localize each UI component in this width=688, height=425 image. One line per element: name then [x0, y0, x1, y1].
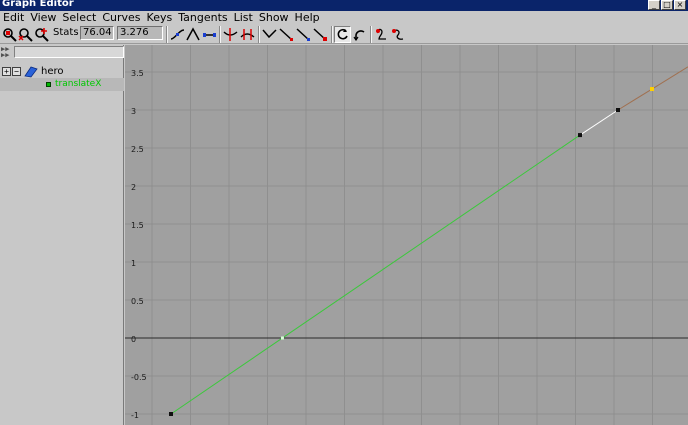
outliner-object-label: hero	[41, 66, 64, 77]
curve-zero-crossing-marker	[280, 336, 284, 340]
add-key-icon[interactable]	[33, 26, 50, 43]
unify-tangents-icon[interactable]	[239, 26, 256, 43]
outliner-item-hero[interactable]: + − hero	[0, 65, 124, 78]
move-nearest-key-icon[interactable]	[1, 26, 18, 43]
expand-plus-icon[interactable]: +	[2, 67, 11, 76]
menu-edit[interactable]: Edit	[0, 11, 27, 25]
outliner-panel: ▶▶ ▶▶ + − hero translateX	[0, 45, 124, 425]
expand-arrows-icon[interactable]: ▶▶	[1, 52, 9, 59]
y-tick-label: 3	[131, 107, 136, 116]
graph-background	[125, 45, 688, 425]
y-tick-label: 1	[131, 259, 136, 268]
y-tick-label: -0.5	[131, 373, 147, 382]
minimize-button[interactable]: _	[648, 0, 660, 10]
toolbar: Stats 76.04 3.276	[0, 25, 688, 44]
y-tick-label: -1	[131, 411, 139, 420]
stepped-tangent-icon[interactable]	[295, 26, 312, 43]
menu-list[interactable]: List	[231, 11, 256, 25]
lock-weight-icon[interactable]	[278, 26, 295, 43]
buffer-curve-snapshot-icon[interactable]	[334, 26, 351, 43]
outliner-filter-bar: ▶▶ ▶▶	[0, 45, 124, 59]
y-tick-label: 3.5	[131, 69, 144, 78]
linear-tangent-icon[interactable]	[201, 26, 218, 43]
insert-key-icon[interactable]	[17, 26, 34, 43]
selected-keyframe	[650, 87, 654, 92]
outliner-filter-input[interactable]	[14, 46, 124, 58]
graph-canvas[interactable]: 3.5 3 2.5 2 1.5 1 0.5 0 -0.5 -1	[125, 33, 688, 425]
keyframe	[616, 108, 620, 112]
collapse-minus-icon[interactable]: −	[12, 67, 21, 76]
y-tick-label: 2	[131, 183, 136, 192]
flat-tangent-icon[interactable]	[312, 26, 329, 43]
toolbar-separator	[258, 26, 260, 43]
maximize-button[interactable]: □	[661, 0, 673, 10]
y-tick-label: 0	[131, 335, 136, 344]
title-bar: Graph Editor _ □ ×	[0, 0, 688, 11]
toolbar-separator	[331, 26, 333, 43]
window-title: Graph Editor	[2, 0, 74, 9]
menu-curves[interactable]: Curves	[99, 11, 143, 25]
menu-tangents[interactable]: Tangents	[175, 11, 230, 25]
spline-tangent-icon[interactable]	[169, 26, 186, 43]
clamped-tangent-icon[interactable]	[185, 26, 202, 43]
y-tick-label: 2.5	[131, 145, 144, 154]
menu-help[interactable]: Help	[292, 11, 323, 25]
toolbar-separator	[219, 26, 221, 43]
toolbar-separator	[166, 26, 168, 43]
y-tick-label: 1.5	[131, 221, 144, 230]
swap-buffer-curve-icon[interactable]	[351, 26, 368, 43]
close-button[interactable]: ×	[674, 0, 686, 10]
post-infinity-icon[interactable]	[390, 26, 407, 43]
outliner-attribute-label: translateX	[55, 79, 102, 89]
keyframe	[578, 133, 582, 138]
menu-select[interactable]: Select	[59, 11, 99, 25]
curve-color-swatch	[46, 82, 51, 87]
menu-keys[interactable]: Keys	[144, 11, 176, 25]
break-tangents-icon[interactable]	[222, 26, 239, 43]
menu-bar: Edit View Select Curves Keys Tangents Li…	[0, 11, 688, 25]
graph-view[interactable]: 3.5 3 2.5 2 1.5 1 0.5 0 -0.5 -1	[125, 33, 688, 425]
stats-label: Stats	[53, 27, 79, 38]
free-weight-icon[interactable]	[261, 26, 278, 43]
toolbar-separator	[370, 26, 372, 43]
keyframe	[169, 412, 173, 416]
menu-view[interactable]: View	[27, 11, 59, 25]
value-field[interactable]: 3.276	[117, 26, 163, 40]
y-tick-label: 0.5	[131, 297, 144, 306]
menu-show[interactable]: Show	[256, 11, 292, 25]
outliner-item-attribute[interactable]: translateX	[0, 78, 124, 91]
frame-field[interactable]: 76.04	[80, 26, 114, 40]
pre-infinity-icon[interactable]	[373, 26, 390, 43]
